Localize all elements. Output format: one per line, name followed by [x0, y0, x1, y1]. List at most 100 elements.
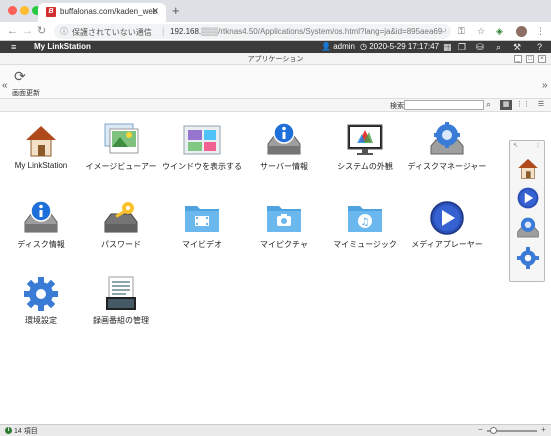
- window-maximize-icon[interactable]: □: [526, 55, 534, 63]
- disk-manager-icon: [430, 122, 464, 155]
- toolbar: « ⟳ 画面更新 »: [0, 65, 551, 99]
- app-label: ディスクマネージャー: [407, 162, 487, 171]
- app-label: ウインドウを表示する: [162, 162, 242, 171]
- app-label: マイビデオ: [182, 240, 222, 249]
- search-icon[interactable]: ⌕: [486, 99, 491, 110]
- address-bar-row: ← → ↻ ⓘ 保護されていない通信 | 192.168.▒▒▒/rtknas4…: [0, 22, 551, 41]
- browser-tab[interactable]: B buffalonas.com/kaden_web ✕: [38, 3, 166, 22]
- search-label: 検索: [390, 103, 404, 110]
- minimize-window-button[interactable]: [20, 6, 29, 15]
- app-label: イメージビューアー: [85, 162, 157, 171]
- settings-icon: [24, 277, 58, 311]
- url-field[interactable]: ⓘ 保護されていない通信 | 192.168.▒▒▒/rtknas4.50/Ap…: [54, 24, 451, 39]
- list-view-icon[interactable]: ☰: [535, 100, 547, 110]
- windows-icon[interactable]: ❐: [458, 41, 466, 53]
- app-system-appearance[interactable]: システムの外観: [325, 122, 405, 172]
- dock-media-player-icon[interactable]: [515, 185, 541, 211]
- dock-settings-icon[interactable]: [515, 245, 541, 271]
- refresh-icon[interactable]: ⟳: [14, 68, 26, 85]
- clock: ◷ 2020-5-29 17:17:47: [360, 42, 439, 51]
- app-my-picture[interactable]: マイピクチャ: [244, 200, 324, 250]
- app-media-player[interactable]: メディアプレーヤー: [407, 200, 487, 250]
- app-my-video[interactable]: マイビデオ: [162, 200, 242, 250]
- star-icon[interactable]: ☆: [477, 25, 485, 37]
- app-settings[interactable]: 環境設定: [1, 276, 81, 326]
- info-icon[interactable]: ⓘ: [60, 26, 68, 37]
- dock-disk-manager-icon[interactable]: [515, 215, 541, 241]
- reload-icon[interactable]: ↻: [37, 24, 46, 38]
- grid-icon[interactable]: ▦: [443, 41, 452, 53]
- app-label: システムの外観: [337, 162, 393, 171]
- app-my-music[interactable]: ♫ マイミュージック: [325, 200, 405, 250]
- window-minimize-icon[interactable]: _: [514, 55, 522, 63]
- username: admin: [333, 42, 355, 51]
- new-tab-button[interactable]: +: [172, 3, 180, 19]
- user-menu[interactable]: 👤 admin: [321, 42, 355, 51]
- app-server-info[interactable]: サーバー情報: [244, 122, 324, 172]
- profile-avatar[interactable]: [516, 26, 527, 37]
- hamburger-menu-icon[interactable]: ≡: [11, 42, 16, 52]
- search-row: 検索 ⌕ ▦ ⋮⋮ ☰: [0, 99, 551, 112]
- app-my-linkstation[interactable]: My LinkStation: [1, 122, 81, 170]
- app-disk-info[interactable]: ディスク情報: [1, 200, 81, 250]
- item-count: 14 項目: [14, 428, 38, 435]
- status-ok-icon: i: [5, 427, 12, 434]
- app-image-viewer[interactable]: イメージビューアー: [81, 122, 161, 172]
- svg-text:♫: ♫: [361, 217, 370, 228]
- app-label: 録画番組の管理: [93, 316, 149, 325]
- zoom-in-icon[interactable]: +: [541, 425, 546, 434]
- search-input[interactable]: [404, 100, 484, 110]
- server-info-icon: [267, 122, 301, 155]
- dock-menu-icon[interactable]: ⋮: [535, 142, 541, 149]
- toolbar-scroll-left-icon[interactable]: «: [2, 80, 8, 91]
- help-icon[interactable]: ?: [537, 41, 542, 53]
- system-appearance-icon: [347, 124, 383, 155]
- forward-arrow-icon[interactable]: →: [22, 24, 33, 38]
- app-label: ディスク情報: [17, 240, 65, 249]
- recording-manager-icon: [106, 276, 136, 310]
- app-name[interactable]: My LinkStation: [34, 42, 91, 51]
- dock-handle-icon[interactable]: ↖: [513, 142, 518, 149]
- url-separator: |: [162, 26, 165, 36]
- app-label: My LinkStation: [14, 161, 68, 170]
- my-picture-icon: [267, 206, 301, 232]
- app-label: サーバー情報: [260, 162, 308, 171]
- key-icon[interactable]: ⚿: [458, 25, 465, 37]
- datetime: 2020-5-29 17:17:47: [369, 42, 440, 51]
- app-show-windows[interactable]: ウインドウを表示する: [162, 122, 242, 172]
- back-arrow-icon[interactable]: ←: [7, 24, 18, 38]
- window-close-icon[interactable]: ×: [538, 55, 546, 63]
- refresh-button-label[interactable]: 画面更新: [12, 88, 40, 98]
- app-disk-manager[interactable]: ディスクマネージャー: [407, 122, 487, 172]
- toolbar-scroll-right-icon[interactable]: »: [542, 80, 548, 91]
- browser-tab-bar: B buffalonas.com/kaden_web ✕ +: [0, 0, 551, 22]
- network-icon[interactable]: ⛁: [476, 41, 484, 53]
- user-icon: 👤: [321, 42, 331, 51]
- close-window-button[interactable]: [8, 6, 17, 15]
- my-music-icon: ♫: [348, 206, 382, 232]
- search-icon[interactable]: ⌕: [496, 41, 501, 53]
- browser-menu-icon[interactable]: ⋮: [536, 25, 545, 37]
- clock-icon: ◷: [360, 42, 367, 51]
- app-label: パスワード: [101, 240, 141, 249]
- shortcut-dock: ↖ ⋮: [509, 140, 545, 282]
- app-password[interactable]: パスワード: [81, 200, 161, 250]
- media-player-icon: [430, 201, 464, 235]
- status-bar: i 14 項目 − +: [0, 424, 551, 436]
- dock-home-icon[interactable]: [515, 155, 541, 181]
- app-header: ≡ My LinkStation 👤 admin ◷ 2020-5-29 17:…: [0, 41, 551, 53]
- app-label: マイピクチャ: [260, 240, 308, 249]
- window-title: アプリケーション: [247, 56, 304, 63]
- zoom-out-icon[interactable]: −: [478, 425, 483, 434]
- window-titlebar: アプリケーション _ □ ×: [0, 53, 551, 65]
- app-label: マイミュージック: [333, 240, 397, 249]
- tab-close-icon[interactable]: ✕: [151, 6, 159, 17]
- app-recording-manager[interactable]: 録画番組の管理: [81, 276, 161, 326]
- tools-icon[interactable]: ⚒: [513, 41, 521, 53]
- small-icon-view-icon[interactable]: ⋮⋮: [516, 100, 530, 110]
- shield-extension-icon[interactable]: ◈: [496, 25, 503, 37]
- url-text: 192.168.▒▒▒/rtknas4.50/Applications/Syst…: [170, 27, 446, 36]
- large-icon-view-icon[interactable]: ▦: [500, 100, 512, 110]
- zoom-slider-knob[interactable]: [490, 427, 497, 434]
- image-viewer-icon: [104, 123, 139, 154]
